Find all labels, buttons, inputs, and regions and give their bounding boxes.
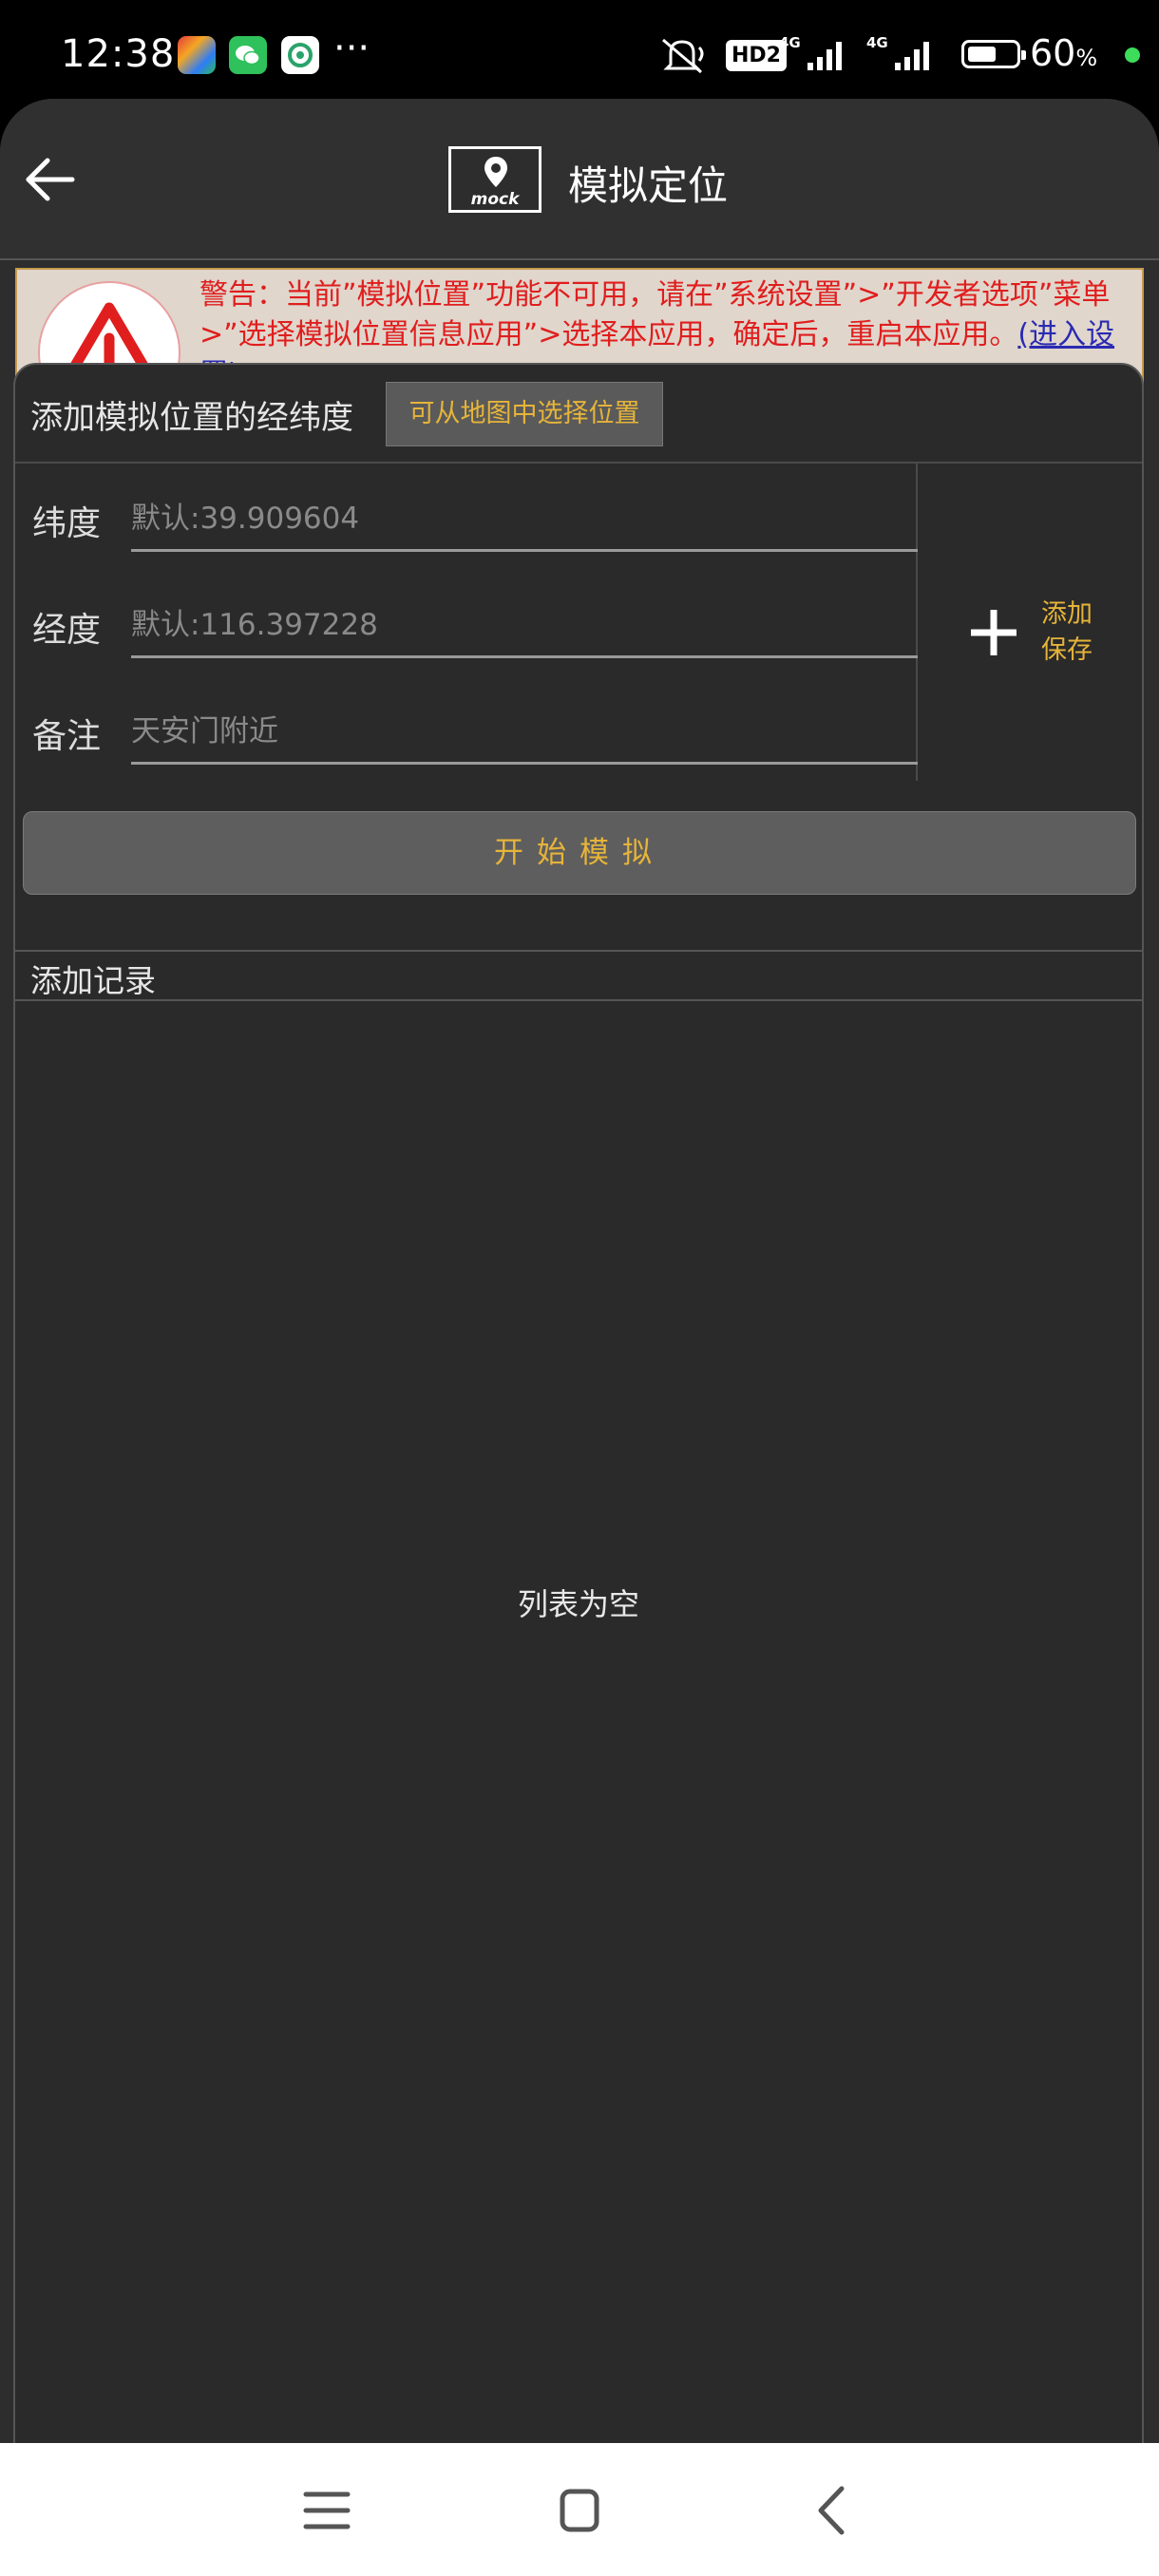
latitude-label: 纬度 — [32, 504, 102, 543]
latitude-row: 纬度 — [15, 471, 918, 578]
location-form: 添加模拟位置的经纬度 可从地图中选择位置 纬度 经度 备注 添加 — [13, 363, 1144, 2443]
form-title: 添加模拟位置的经纬度 — [30, 399, 353, 437]
battery-percent: 60% — [1030, 32, 1098, 74]
app-window: mock 模拟定位 警告：当前”模拟位置”功能不可用，请在”系统设置”>”开发者… — [0, 99, 1159, 2443]
coordinate-fields: 纬度 经度 备注 — [15, 464, 918, 781]
map-pin-icon — [484, 157, 507, 187]
note-label: 备注 — [32, 717, 102, 756]
add-save-button[interactable]: 添加 保存 — [965, 583, 1127, 688]
plus-icon — [971, 610, 1016, 655]
menu-icon[interactable] — [289, 2477, 365, 2544]
records-title: 添加记录 — [30, 962, 156, 999]
longitude-input[interactable] — [131, 595, 918, 658]
note-input[interactable] — [131, 701, 918, 765]
status-time: 12:38 — [61, 32, 176, 76]
longitude-row: 经度 — [15, 578, 918, 684]
start-simulation-button[interactable]: 开始模拟 — [23, 811, 1136, 895]
page-title: 模拟定位 — [568, 162, 729, 209]
form-header: 添加模拟位置的经纬度 可从地图中选择位置 — [15, 365, 1142, 464]
save-label: 保存 — [1041, 635, 1092, 665]
mute-icon — [662, 38, 704, 74]
toolbar: mock 模拟定位 — [0, 99, 1159, 260]
svg-text:4G: 4G — [779, 34, 801, 51]
select-from-map-button[interactable]: 可从地图中选择位置 — [386, 382, 663, 446]
signal-icon-2: 4G — [866, 34, 929, 70]
warning-message: 警告：当前”模拟位置”功能不可用，请在”系统设置”>”开发者选项”菜单>”选择模… — [200, 278, 1111, 351]
privacy-indicator-dot — [1125, 47, 1140, 63]
app-notification-icon — [178, 36, 216, 74]
records-header: 添加记录 — [15, 950, 1142, 1001]
add-label: 添加 — [1041, 599, 1092, 629]
battery-icon — [961, 40, 1026, 68]
logo-text: mock — [470, 190, 520, 209]
back-arrow-icon[interactable] — [19, 148, 82, 211]
home-icon[interactable] — [542, 2477, 618, 2544]
hd-indicator: HD2 — [726, 40, 787, 71]
system-navigation-bar — [0, 2443, 1159, 2576]
longitude-label: 经度 — [32, 611, 102, 650]
app-logo: mock — [448, 146, 542, 213]
signal-icon: 4G — [779, 34, 842, 70]
wechat-icon — [229, 36, 267, 74]
more-notifications-icon: ··· — [333, 27, 370, 70]
empty-list-text: 列表为空 — [517, 1586, 639, 1622]
status-bar: 12:38 ··· HD2 4G 4G 60% — [0, 0, 1159, 106]
latitude-input[interactable] — [131, 488, 918, 552]
note-row: 备注 — [15, 684, 918, 790]
svg-text:4G: 4G — [866, 34, 888, 51]
back-icon[interactable] — [794, 2477, 870, 2544]
app-notification-icon-2 — [281, 36, 319, 74]
